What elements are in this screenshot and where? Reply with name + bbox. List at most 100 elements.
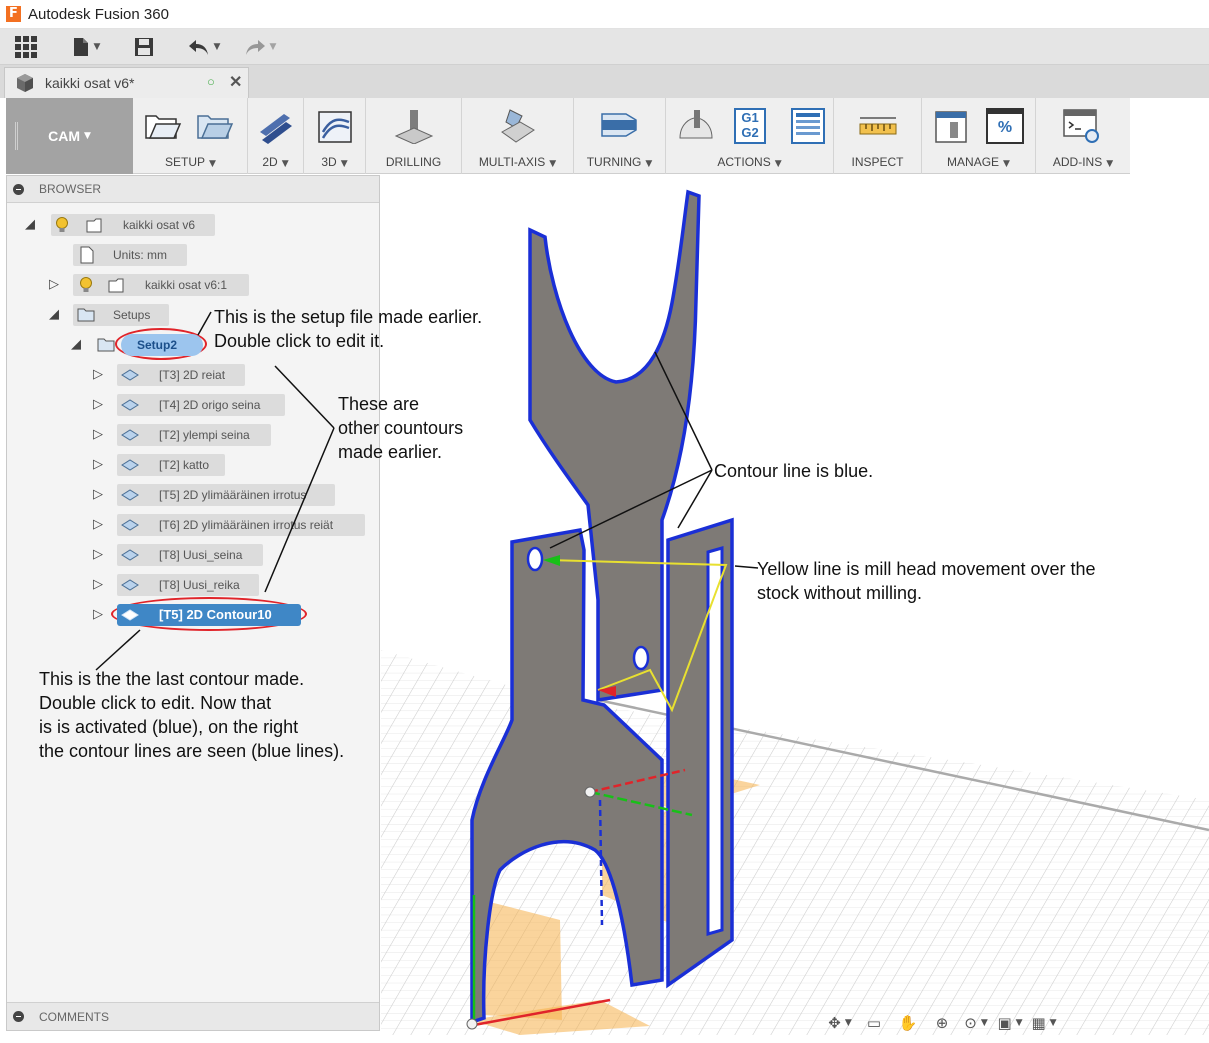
save-status-icon: ○ — [207, 74, 215, 89]
tree-node-label: [T6] 2D ylimääräinen irrotus reiät — [159, 518, 334, 532]
chevron-down-icon: ▼ — [269, 42, 277, 52]
fit-button[interactable]: ⊙ ▼ — [962, 1010, 990, 1036]
expand-triangle-icon[interactable]: ▷ — [93, 397, 103, 412]
title-bar: F Autodesk Fusion 360 — [0, 0, 1209, 29]
tree-node-operation[interactable]: ▷ [T4] 2D origo seina — [7, 394, 307, 416]
expand-triangle-icon[interactable]: ▷ — [93, 457, 103, 472]
ribbon-group-label: DRILLING — [385, 155, 442, 169]
simulate-icon — [679, 110, 713, 139]
expand-triangle-icon[interactable]: ▷ — [93, 577, 103, 592]
component-icon — [86, 218, 102, 233]
quick-access-toolbar: ▼ ▼ ▼ — [0, 29, 1209, 65]
operation-icon — [121, 369, 139, 381]
tree-node-operation[interactable]: ▷ [T2] ylempi seina — [7, 424, 307, 446]
tree-node-operation[interactable]: ▷ [T8] Uusi_reika — [7, 574, 307, 596]
ribbon-group-label: TURNING — [586, 155, 642, 169]
tree-node-operation[interactable]: ▷ [T6] 2D ylimääräinen irrotus reiät — [7, 514, 367, 536]
tree-node-operation[interactable]: ▷ [T3] 2D reiat — [7, 364, 307, 386]
save-button[interactable] — [132, 35, 156, 59]
comments-bar[interactable]: COMMENTS — [7, 1002, 379, 1030]
part-hole — [526, 546, 544, 572]
expand-triangle-icon[interactable]: ▷ — [93, 547, 103, 562]
redo-button[interactable]: ▼ — [238, 35, 282, 59]
ribbon-group-label: ADD-INS — [1052, 155, 1103, 169]
tree-node-operation-active[interactable]: ▷ [T5] 2D Contour10 — [7, 597, 327, 631]
look-at-button[interactable]: ▭ — [860, 1010, 888, 1036]
new-setup-icon — [145, 115, 182, 139]
measure-icon — [859, 117, 897, 135]
document-tab[interactable]: kaikki osat v6* ○ ✕ — [4, 67, 249, 98]
tree-node-label: kaikki osat v6:1 — [145, 278, 228, 292]
ribbon-group-setup[interactable]: SETUP ▼ — [134, 98, 248, 174]
ribbon-group-turning[interactable]: TURNING ▼ — [574, 98, 666, 174]
ribbon-drag-handle[interactable] — [15, 122, 18, 150]
redo-icon — [245, 40, 265, 55]
pan-button[interactable]: ✋ — [894, 1010, 922, 1036]
expand-triangle-icon[interactable]: ▷ — [93, 367, 103, 382]
tree-node-label: Setup2 — [137, 338, 178, 352]
tree-node-component[interactable]: ▷ kaikki osat v6:1 — [7, 274, 307, 296]
grid-settings-button[interactable]: ▦ ▼ — [1030, 1010, 1058, 1036]
expand-triangle-icon[interactable]: ▷ — [93, 517, 103, 532]
workspace-switcher[interactable]: CAM ▼ — [6, 98, 133, 174]
tree-node-units[interactable]: Units: mm — [7, 244, 307, 266]
lightbulb-icon[interactable] — [55, 217, 69, 234]
browser-header[interactable]: BROWSER — [7, 176, 379, 203]
operation-icon — [121, 579, 139, 591]
display-settings-button[interactable]: ▣ ▼ — [996, 1010, 1024, 1036]
tree-node-root[interactable]: ◢ kaikki osat v6 — [7, 214, 307, 236]
ribbon-group-manage[interactable]: % MANAGE ▼ — [922, 98, 1036, 174]
tool-library-icon — [935, 111, 967, 143]
setups-folder-icon — [77, 308, 95, 322]
tree-node-operation[interactable]: ▷ [T2] katto — [7, 454, 307, 476]
file-menu-button[interactable]: ▼ — [66, 35, 106, 59]
expand-triangle-icon[interactable]: ▷ — [49, 277, 59, 292]
orbit-icon: ✥ — [828, 1014, 841, 1032]
ribbon-group-add-ins[interactable]: ADD-INS ▼ — [1036, 98, 1130, 174]
document-icon — [80, 246, 94, 264]
ribbon-group-2d[interactable]: 2D ▼ — [248, 98, 304, 174]
expand-triangle-icon[interactable]: ▷ — [93, 607, 103, 622]
orbit-button[interactable]: ✥ ▼ — [826, 1010, 854, 1036]
annotation-last-contour: This is the the last contour made. Doubl… — [39, 669, 345, 761]
ribbon-group-label: INSPECT — [851, 155, 904, 169]
tree-node-label: kaikki osat v6 — [123, 218, 196, 232]
document-tab-title: kaikki osat v6* — [45, 75, 135, 91]
expand-triangle-icon[interactable]: ◢ — [25, 217, 35, 232]
data-panel-button[interactable] — [14, 35, 38, 59]
operation-icon — [121, 519, 139, 531]
collapse-icon[interactable] — [13, 184, 24, 195]
collapse-icon[interactable] — [13, 1011, 24, 1022]
tree-node-operation[interactable]: ▷ [T5] 2D ylimääräinen irrotus — [7, 484, 347, 506]
expand-triangle-icon[interactable]: ▷ — [93, 487, 103, 502]
world-origin[interactable] — [466, 1018, 478, 1030]
ribbon-group-actions[interactable]: G1 G2 ACTIONS ▼ — [666, 98, 834, 174]
viewport-canvas[interactable] — [381, 175, 1209, 1035]
origin-point[interactable] — [584, 786, 596, 798]
file-icon — [73, 38, 88, 56]
expand-triangle-icon[interactable]: ▷ — [93, 427, 103, 442]
operation-icon — [121, 489, 139, 501]
close-tab-icon[interactable]: ✕ — [229, 72, 242, 92]
navigation-bar: ✥ ▼ ▭ ✋ ⊕ ⊙ ▼ ▣ ▼ ▦ ▼ — [826, 1008, 1096, 1038]
ribbon-group-drilling[interactable]: DRILLING — [366, 98, 462, 174]
zoom-button[interactable]: ⊕ — [928, 1010, 956, 1036]
ribbon-group-3d[interactable]: 3D ▼ — [304, 98, 366, 174]
comments-title: COMMENTS — [39, 1010, 109, 1024]
annotation-yellow-line: Yellow line is mill head movement over t… — [757, 559, 1096, 603]
ribbon-group-label: MULTI-AXIS — [478, 155, 546, 169]
3d-toolpath-icon — [318, 111, 352, 143]
ribbon-group-label: ACTIONS — [717, 155, 771, 169]
lightbulb-icon[interactable] — [79, 277, 93, 294]
workspace-label: CAM — [48, 128, 80, 144]
expand-triangle-icon[interactable]: ◢ — [71, 337, 81, 352]
scripts-addins-icon — [1063, 109, 1099, 143]
expand-triangle-icon[interactable]: ◢ — [49, 307, 59, 322]
tree-node-operation[interactable]: ▷ [T8] Uusi_seina — [7, 544, 307, 566]
setup-folder-icon — [197, 115, 234, 139]
3d-viewport[interactable] — [381, 175, 1209, 1035]
toolbar-ribbon: CAM ▼ SETUP ▼ 2D ▼ 3D ▼ DRILLING MULTI-A… — [6, 98, 1130, 174]
undo-button[interactable]: ▼ — [182, 35, 226, 59]
ribbon-group-multi-axis[interactable]: MULTI-AXIS ▼ — [462, 98, 574, 174]
ribbon-group-inspect[interactable]: INSPECT — [834, 98, 922, 174]
